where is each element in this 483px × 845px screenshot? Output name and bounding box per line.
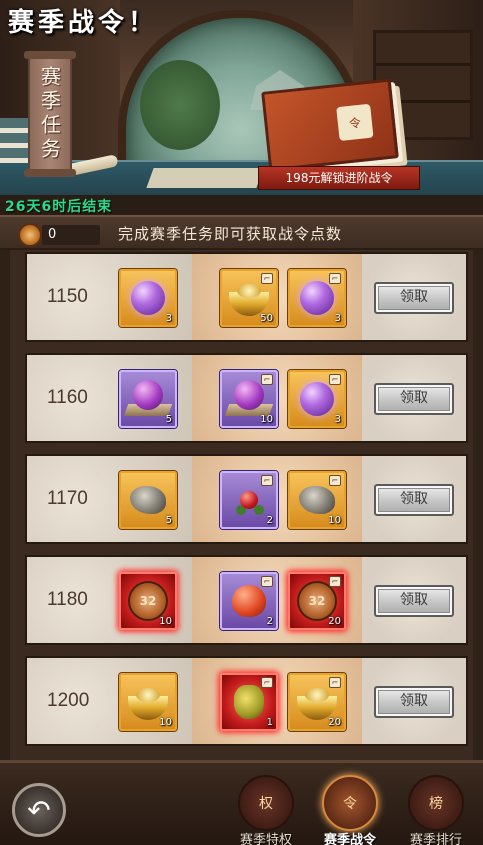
item-qty: 5 — [165, 414, 172, 425]
ranking-plaque-icon: 榜 — [408, 775, 464, 831]
item-qty: 5 — [165, 515, 172, 526]
bottom-nav: ↶ 权 赛季特权 令 赛季战令 榜 赛季排行 — [0, 760, 483, 845]
lock-icon: ⌐ — [261, 677, 273, 688]
pass-point-coin-icon — [18, 223, 42, 247]
item-qty: 1 — [266, 717, 273, 728]
tab-label: 赛季排行 — [409, 833, 462, 845]
privilege-envelope-icon: 权 — [238, 775, 294, 831]
level-value: 1180 — [47, 589, 88, 610]
advanced-reward-cell: ⌐ 10 ⌐ 3 — [192, 355, 362, 441]
tab-label: 赛季特权 — [239, 833, 292, 845]
red-berry-icon[interactable]: ⌐ 2 — [220, 471, 278, 529]
level-value: 1160 — [47, 387, 88, 408]
free-reward-cell: 1200 10 — [27, 658, 192, 744]
gold-ingot-icon[interactable]: ⌐ 50 — [220, 269, 278, 327]
page-title: 赛季战令！ — [8, 8, 159, 38]
item-qty: 10 — [159, 717, 172, 728]
item-qty: 50 — [260, 313, 273, 324]
claim-button[interactable]: 领取 — [374, 282, 454, 314]
pass-book-icon: 令 — [322, 775, 378, 831]
free-reward-cell: 1150 3 — [27, 254, 192, 340]
advanced-reward-cell: ⌐ 2 ⌐ 10 — [192, 456, 362, 542]
lock-icon: ⌐ — [261, 576, 273, 587]
item-qty: 10 — [159, 616, 172, 627]
coin-face: 32 — [128, 581, 168, 621]
reward-row: 1160 5 ⌐ 10 ⌐ 3 领取 — [25, 353, 468, 443]
claim-button[interactable]: 领取 — [374, 383, 454, 415]
lock-icon: ⌐ — [329, 374, 341, 385]
advanced-reward-cell: ⌐ 50 ⌐ 3 — [192, 254, 362, 340]
lock-icon: ⌐ — [261, 273, 273, 284]
level-value: 1200 — [47, 690, 90, 711]
taiji-orb-icon[interactable]: ⌐ 3 — [288, 269, 346, 327]
reward-row: 1150 3 ⌐ 50 ⌐ 3 领取 — [25, 252, 468, 342]
free-reward-cell: 1170 5 — [27, 456, 192, 542]
coin-face: 32 — [297, 581, 337, 621]
item-qty: 20 — [328, 717, 341, 728]
item-qty: 3 — [334, 313, 341, 324]
reward-row: 1200 10 ⌐ 1 ⌐ 20 领取 — [25, 656, 468, 746]
free-reward-cell: 1180 32 10 — [27, 557, 192, 643]
season-task-banner[interactable]: 赛季任务 — [24, 51, 76, 177]
claim-cell: 领取 — [362, 557, 466, 643]
item-qty: 20 — [328, 616, 341, 627]
lock-icon: ⌐ — [261, 475, 273, 486]
season-countdown: 26天6时后结束 — [5, 199, 113, 215]
book-stack — [0, 118, 30, 163]
back-arrow-icon[interactable]: ↶ — [12, 783, 66, 837]
copper-coin-icon[interactable]: 32 10 — [119, 572, 177, 630]
lock-icon: ⌐ — [329, 677, 341, 688]
copper-coin-icon[interactable]: 32 ⌐ 20 — [288, 572, 346, 630]
reward-row: 1180 32 10 ⌐ 2 32 ⌐ 20 领取 — [25, 555, 468, 645]
level-value: 1170 — [47, 488, 88, 509]
points-hint-text: 完成赛季任务即可获取战令点数 — [118, 225, 343, 243]
book-emblem: 令 — [336, 103, 374, 142]
claim-button[interactable]: 领取 — [374, 484, 454, 516]
tab-season-pass[interactable]: 令 赛季战令 — [310, 775, 390, 845]
item-qty: 3 — [334, 414, 341, 425]
unlock-advanced-pass-button[interactable]: 198元解锁进阶战令 — [258, 166, 420, 190]
level-value: 1150 — [47, 286, 88, 307]
lock-icon: ⌐ — [329, 475, 341, 486]
lock-icon: ⌐ — [261, 374, 273, 385]
paper-sheet — [146, 168, 264, 188]
points-info-bar: 0 完成赛季任务即可获取战令点数 — [0, 215, 483, 250]
gold-ingot-icon[interactable]: 10 — [119, 673, 177, 731]
reward-list[interactable]: 1150 3 ⌐ 50 ⌐ 3 领取 1160 5 ⌐ 10 ⌐ 3 领取 11… — [0, 250, 483, 760]
item-qty: 2 — [266, 616, 273, 627]
item-qty: 10 — [328, 515, 341, 526]
reward-row: 1170 5 ⌐ 2 ⌐ 10 领取 — [25, 454, 468, 544]
tab-season-privilege[interactable]: 权 赛季特权 — [226, 775, 306, 845]
advanced-reward-cell: ⌐ 2 32 ⌐ 20 — [192, 557, 362, 643]
advanced-pass-book-icon[interactable]: 令 — [261, 78, 399, 172]
free-reward-cell: 1160 5 — [27, 355, 192, 441]
claim-button[interactable]: 领取 — [374, 585, 454, 617]
gold-ingot-icon[interactable]: ⌐ 20 — [288, 673, 346, 731]
lock-icon: ⌐ — [329, 576, 341, 587]
lock-icon: ⌐ — [329, 273, 341, 284]
tab-season-ranking[interactable]: 榜 赛季排行 — [396, 775, 476, 845]
claim-cell: 领取 — [362, 355, 466, 441]
lucky-bag-icon[interactable]: ⌐ 1 — [220, 673, 278, 731]
ore-rock-icon[interactable]: ⌐ 10 — [288, 471, 346, 529]
ore-rock-icon[interactable]: 5 — [119, 471, 177, 529]
claim-cell: 领取 — [362, 254, 466, 340]
item-qty: 10 — [260, 414, 273, 425]
item-qty: 3 — [165, 313, 172, 324]
claim-button[interactable]: 领取 — [374, 686, 454, 718]
tab-label: 赛季战令 — [323, 833, 376, 845]
claim-cell: 领取 — [362, 658, 466, 744]
pass-points-value: 0 — [42, 225, 100, 245]
item-qty: 2 — [266, 515, 273, 526]
taiji-orb-icon[interactable]: 3 — [119, 269, 177, 327]
advanced-reward-cell: ⌐ 1 ⌐ 20 — [192, 658, 362, 744]
claim-cell: 领取 — [362, 456, 466, 542]
peach-icon[interactable]: ⌐ 2 — [220, 572, 278, 630]
season-task-label: 赛季任务 — [37, 66, 62, 162]
purple-orb-icon[interactable]: ⌐ 10 — [220, 370, 278, 428]
taiji-orb-icon[interactable]: ⌐ 3 — [288, 370, 346, 428]
pine-tree-illustration — [140, 60, 220, 150]
purple-orb-icon[interactable]: 5 — [119, 370, 177, 428]
